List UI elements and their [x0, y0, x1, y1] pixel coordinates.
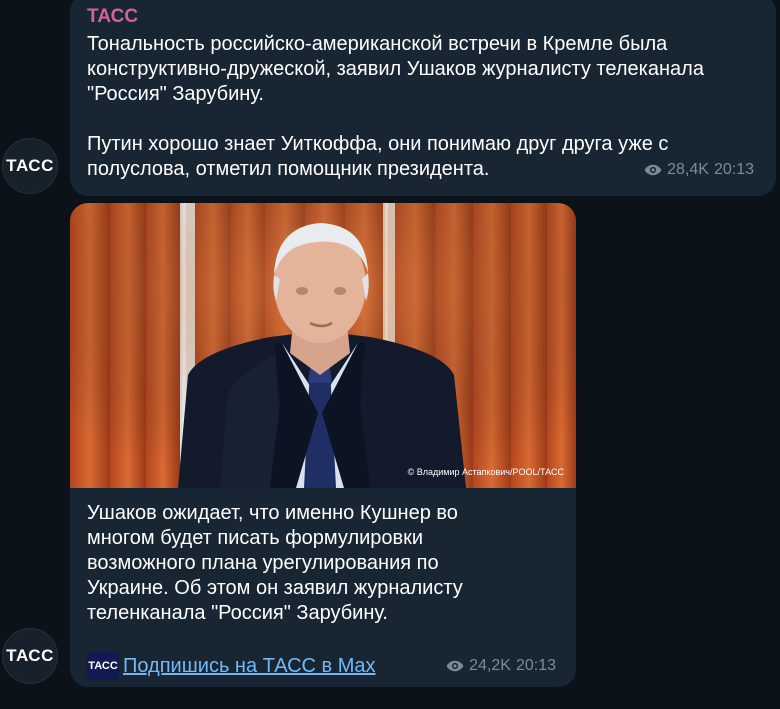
photo-credit: © Владимир Астапкович/POOL/ТАСС	[407, 467, 564, 477]
message-meta: 24,2K 20:13	[446, 657, 556, 675]
channel-avatar[interactable]: ТАСС	[2, 628, 58, 684]
view-count: 24,2K	[469, 657, 511, 674]
sender-name[interactable]: ТАСС	[87, 6, 138, 28]
eye-icon	[644, 164, 662, 176]
message-text: Ушаков ожидает, что именно Кушнер во мно…	[87, 502, 463, 624]
portrait-photo	[70, 203, 576, 488]
message-time: 20:13	[713, 161, 754, 178]
channel-avatar[interactable]: ТАСС	[2, 138, 58, 194]
tass-logo-icon: ТАСС	[87, 652, 119, 680]
message-bubble[interactable]: © Владимир Астапкович/POOL/ТАСС Ушаков о…	[70, 203, 576, 687]
subscribe-link[interactable]: Подпишись на ТАСС в Max	[123, 655, 376, 678]
view-count: 28,4K	[667, 161, 709, 178]
message-text: Тональность российско-американской встре…	[87, 33, 704, 180]
subscribe-link-row[interactable]: ТАСС Подпишись на ТАСС в Max	[87, 652, 376, 680]
message-time: 20:13	[515, 657, 556, 674]
message-meta: 28,4K 20:13	[644, 161, 754, 179]
message-photo[interactable]: © Владимир Астапкович/POOL/ТАСС	[70, 203, 576, 488]
eye-icon	[446, 660, 464, 672]
message-bubble[interactable]: ТАСС Тональность российско-американской …	[70, 0, 776, 196]
